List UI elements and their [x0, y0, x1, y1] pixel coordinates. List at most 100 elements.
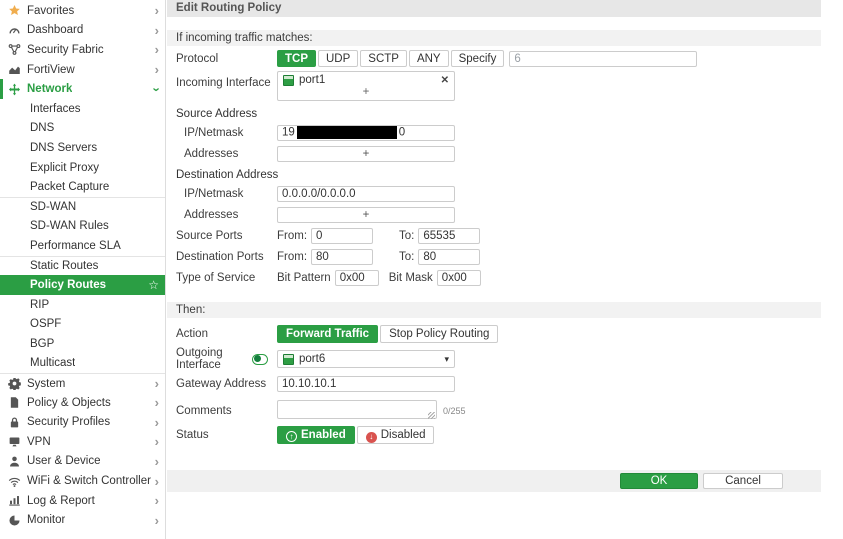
ok-button[interactable]: OK — [620, 473, 698, 489]
outgoing-interface-dropdown[interactable]: port6 ▾ — [277, 350, 455, 368]
source-address-heading: Source Address — [176, 108, 821, 120]
chevron-right-icon: › — [155, 416, 159, 429]
monitor-icon — [7, 435, 22, 448]
user-icon — [7, 455, 22, 468]
sidebar-item-packet-capture[interactable]: Packet Capture — [0, 177, 165, 197]
bar-chart-icon — [7, 494, 22, 507]
destination-ip-row: IP/Netmask — [176, 185, 821, 202]
sidebar-item-security-profiles[interactable]: Security Profiles › — [0, 412, 165, 432]
sidebar-item-ospf[interactable]: OSPF — [0, 315, 165, 335]
protocol-option-udp[interactable]: UDP — [318, 50, 358, 67]
chevron-right-icon: › — [155, 24, 159, 37]
sidebar-item-fortiview[interactable]: FortiView › — [0, 60, 165, 80]
bit-pattern-label: Bit Pattern — [277, 272, 331, 284]
sidebar-item-favorites[interactable]: Favorites › — [0, 1, 165, 21]
sidebar-item-dashboard[interactable]: Dashboard › — [0, 21, 165, 41]
remove-icon[interactable]: ✕ — [441, 75, 449, 86]
sidebar-item-system[interactable]: System › — [0, 373, 165, 393]
destination-address-heading: Destination Address — [176, 169, 821, 181]
comments-label: Comments — [176, 405, 277, 417]
interface-entry: port1 ✕ — [278, 72, 454, 87]
sidebar-item-policy-objects[interactable]: Policy & Objects › — [0, 393, 165, 413]
sidebar-item-log-report[interactable]: Log & Report › — [0, 491, 165, 511]
gauge-icon — [7, 24, 22, 37]
sidebar-item-rip[interactable]: RIP — [0, 295, 165, 315]
sidebar-item-vpn[interactable]: VPN › — [0, 432, 165, 452]
outgoing-interface-toggle[interactable] — [252, 354, 268, 365]
fabric-icon — [7, 43, 22, 56]
comments-row: Comments 0/255 — [176, 400, 821, 422]
destination-addresses-label: Addresses — [176, 209, 277, 221]
add-source-address-button[interactable]: + — [277, 146, 455, 162]
sidebar-item-label: FortiView — [27, 64, 75, 76]
sidebar-item-sd-wan[interactable]: SD-WAN — [0, 197, 165, 217]
action-stop-policy-routing-button[interactable]: Stop Policy Routing — [380, 325, 498, 343]
action-row: Action Forward Traffic Stop Policy Routi… — [176, 325, 821, 343]
page-title: Edit Routing Policy — [167, 0, 821, 17]
sidebar-item-bgp[interactable]: BGP — [0, 334, 165, 354]
chevron-down-icon: › — [150, 87, 163, 91]
from-label: From: — [277, 230, 307, 242]
source-ip-input[interactable]: 190 — [277, 125, 455, 141]
comments-textarea[interactable] — [277, 400, 437, 419]
destination-port-to-input[interactable] — [418, 249, 480, 265]
sidebar-item-interfaces[interactable]: Interfaces — [0, 99, 165, 119]
destination-port-from-input[interactable] — [311, 249, 373, 265]
chevron-right-icon: › — [155, 63, 159, 76]
add-destination-address-button[interactable]: + — [277, 207, 455, 223]
destination-ports-label: Destination Ports — [176, 251, 277, 263]
protocol-label: Protocol — [176, 53, 277, 65]
sidebar-item-label: Favorites — [27, 5, 74, 17]
arrow-up-circle-icon: ↑ — [286, 431, 297, 442]
source-port-to-input[interactable] — [418, 228, 480, 244]
status-label: Status — [176, 429, 277, 441]
bit-pattern-input[interactable] — [335, 270, 379, 286]
sidebar-item-security-fabric[interactable]: Security Fabric › — [0, 40, 165, 60]
chevron-right-icon: › — [155, 377, 159, 390]
outgoing-interface-label: Outgoing Interface — [176, 347, 252, 371]
document-icon — [7, 396, 22, 409]
protocol-option-tcp[interactable]: TCP — [277, 50, 316, 67]
add-interface-button[interactable]: + — [278, 87, 454, 100]
sidebar-item-monitor[interactable]: Monitor › — [0, 510, 165, 530]
cancel-button[interactable]: Cancel — [703, 473, 783, 489]
footer-bar: OK Cancel — [167, 470, 821, 492]
gateway-address-label: Gateway Address — [176, 378, 277, 390]
sidebar-item-dns[interactable]: DNS — [0, 119, 165, 139]
source-ports-label: Source Ports — [176, 230, 277, 242]
sidebar-item-static-routes[interactable]: Static Routes — [0, 256, 165, 276]
bit-mask-label: Bit Mask — [389, 272, 433, 284]
main-content: Edit Routing Policy If incoming traffic … — [167, 0, 843, 539]
protocol-option-any[interactable]: ANY — [409, 50, 449, 67]
star-outline-icon[interactable]: ☆ — [148, 278, 159, 292]
sidebar-item-multicast[interactable]: Multicast — [0, 354, 165, 374]
section-if-incoming: If incoming traffic matches: — [167, 30, 821, 46]
gateway-address-row: Gateway Address — [176, 375, 821, 392]
destination-ip-input[interactable] — [277, 186, 455, 202]
sidebar-item-dns-servers[interactable]: DNS Servers — [0, 138, 165, 158]
sidebar-item-sd-wan-rules[interactable]: SD-WAN Rules — [0, 217, 165, 237]
chevron-right-icon: › — [155, 514, 159, 527]
port-icon — [283, 75, 294, 86]
interface-name: port1 — [299, 74, 325, 86]
wifi-icon — [7, 475, 22, 488]
outgoing-interface-row: Outgoing Interface port6 ▾ — [176, 347, 821, 371]
sidebar-item-explicit-proxy[interactable]: Explicit Proxy — [0, 158, 165, 178]
source-port-from-input[interactable] — [311, 228, 373, 244]
status-enabled-button[interactable]: ↑Enabled — [277, 426, 355, 444]
destination-ip-label: IP/Netmask — [176, 188, 277, 200]
incoming-interface-row: Incoming Interface port1 ✕ + — [176, 71, 821, 101]
sidebar-item-policy-routes[interactable]: Policy Routes ☆ — [0, 275, 165, 295]
sidebar-item-wifi-switch[interactable]: WiFi & Switch Controller › — [0, 471, 165, 491]
bit-mask-input[interactable] — [437, 270, 481, 286]
source-addresses-row: Addresses + — [176, 145, 821, 162]
gateway-address-input[interactable] — [277, 376, 455, 392]
action-forward-traffic-button[interactable]: Forward Traffic — [277, 325, 378, 343]
protocol-option-specify[interactable]: Specify — [451, 50, 505, 67]
sidebar-item-network[interactable]: Network › — [0, 79, 165, 99]
sidebar-item-user-device[interactable]: User & Device › — [0, 452, 165, 472]
protocol-option-sctp[interactable]: SCTP — [360, 50, 407, 67]
sidebar-item-performance-sla[interactable]: Performance SLA — [0, 236, 165, 256]
protocol-number-input[interactable] — [509, 51, 697, 67]
status-disabled-button[interactable]: ↓Disabled — [357, 426, 435, 444]
